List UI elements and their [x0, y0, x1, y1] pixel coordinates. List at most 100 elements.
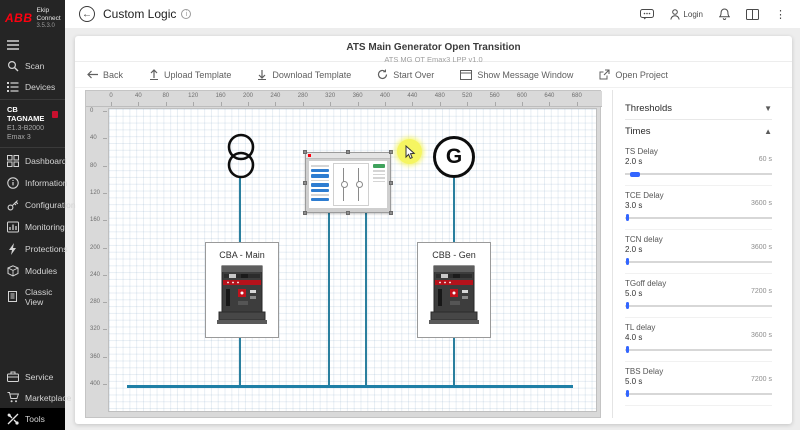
slider-thumb[interactable] — [630, 172, 640, 177]
sidebar-item-dashboard[interactable]: Dashboard — [0, 150, 65, 172]
bell-icon[interactable] — [719, 8, 730, 20]
ruler-tick-label: 200 — [90, 245, 100, 251]
ruler-tick-label: 320 — [325, 93, 335, 99]
slider-track[interactable] — [625, 390, 772, 397]
ruler-tickmark — [103, 111, 107, 112]
bottom-bus-line[interactable] — [127, 385, 573, 388]
connected-device-info[interactable]: CB TAGNAME E1.3-B2000 Emax 3 — [0, 99, 65, 148]
slider-thumb[interactable] — [626, 346, 629, 353]
restart-icon — [377, 69, 388, 80]
transformer-symbol[interactable] — [222, 133, 260, 181]
slider-tl-delay: TL delay 4.0 s 3600 s — [625, 318, 772, 362]
mouse-cursor — [405, 145, 416, 160]
slider-track[interactable] — [625, 346, 772, 353]
sidebar-item-marketplace[interactable]: Marketplace — [0, 387, 65, 408]
sidebar-item-monitoring[interactable]: Monitoring — [0, 216, 65, 238]
slider-ts-delay: TS Delay 2.0 s 60 s — [625, 142, 772, 186]
selection-handle[interactable] — [303, 150, 307, 154]
ruler-tick-label: 160 — [216, 93, 226, 99]
selection-handle[interactable] — [389, 181, 393, 185]
ruler-tickmark — [103, 275, 107, 276]
logic-diagram-canvas[interactable]: G — [108, 108, 597, 412]
selection-handle[interactable] — [303, 211, 307, 215]
ruler-tickmark — [103, 384, 107, 385]
slider-max: 7200 s — [751, 376, 772, 383]
sidebar-item-scan[interactable]: Scan — [0, 55, 65, 77]
sidebar-item-protections[interactable]: Protections — [0, 238, 65, 260]
embedded-controller-screenshot[interactable] — [305, 152, 391, 213]
selection-handle[interactable] — [303, 181, 307, 185]
ruler-tick-label: 240 — [90, 272, 100, 278]
ruler-tickmark — [385, 102, 386, 106]
breaker-node-cba-main[interactable]: CBA - Main — [205, 242, 279, 338]
slider-thumb[interactable] — [626, 390, 629, 397]
sidebar-item-label: Dashboard — [25, 156, 67, 166]
app-name: Ekip Connect — [37, 7, 61, 23]
selection-handle[interactable] — [346, 211, 350, 215]
chat-icon[interactable] — [640, 9, 654, 20]
login-label: Login — [683, 10, 703, 19]
login-button[interactable]: Login — [670, 9, 703, 20]
open-project-label: Open Project — [615, 70, 668, 80]
ruler-tick-label: 240 — [270, 93, 280, 99]
sidebar-item-label: Scan — [25, 61, 44, 71]
slider-thumb[interactable] — [626, 214, 629, 221]
chevron-down-icon: ▼ — [764, 104, 772, 113]
sidebar-item-information[interactable]: Information — [0, 172, 65, 194]
sidebar-item-configuration[interactable]: Configuration — [0, 194, 65, 216]
sidebar-item-devices[interactable]: Devices — [0, 77, 65, 97]
ruler-tick-label: 160 — [90, 217, 100, 223]
ruler-tickmark — [221, 102, 222, 106]
top-header: ← Custom Logic i Login ⋮ — [65, 0, 800, 28]
ruler-tick-label: 360 — [353, 93, 363, 99]
ruler-tickmark — [111, 102, 112, 106]
generator-symbol[interactable]: G — [433, 136, 475, 178]
breaker-node-cbb-gen[interactable]: CBB - Gen — [417, 242, 491, 338]
slider-label: TS Delay — [625, 147, 772, 156]
sidebar-item-tools[interactable]: Tools — [0, 408, 65, 430]
ruler-tick-label: 80 — [90, 163, 97, 169]
ruler-tick-label: 600 — [517, 93, 527, 99]
ruler-tickmark — [358, 102, 359, 106]
sidebar-item-modules[interactable]: Modules — [0, 260, 65, 282]
show-message-window-button[interactable]: Show Message Window — [460, 70, 573, 80]
times-section-header[interactable]: Times ▲ — [625, 120, 772, 142]
slider-thumb[interactable] — [626, 258, 629, 265]
slider-track[interactable] — [625, 170, 772, 177]
ruler-tick-label: 200 — [243, 93, 253, 99]
slider-track[interactable] — [625, 258, 772, 265]
connection-line-controller-left[interactable] — [328, 209, 330, 386]
slider-track[interactable] — [625, 302, 772, 309]
project-title: ATS Main Generator Open Transition — [75, 42, 792, 53]
selection-handle[interactable] — [346, 150, 350, 154]
back-button[interactable]: Back — [87, 70, 123, 80]
slider-track[interactable] — [625, 214, 772, 221]
open-project-button[interactable]: Open Project — [599, 69, 668, 80]
selection-handle[interactable] — [389, 150, 393, 154]
project-header: ATS Main Generator Open Transition ATS M… — [75, 36, 792, 62]
download-label: Download Template — [272, 70, 351, 80]
page-info-icon[interactable]: i — [181, 9, 191, 19]
reader-panel-icon[interactable] — [746, 9, 759, 20]
selection-handle[interactable] — [389, 211, 393, 215]
slider-label: TGoff delay — [625, 279, 772, 288]
sidebar-item-classic-view[interactable]: Classic View — [0, 282, 65, 312]
kebab-menu-icon[interactable]: ⋮ — [775, 8, 786, 21]
ruler-tickmark — [103, 248, 107, 249]
sidebar-item-service[interactable]: Service — [0, 366, 65, 387]
connection-line-controller-right[interactable] — [365, 209, 367, 386]
menu-toggle[interactable] — [0, 35, 65, 55]
upload-template-button[interactable]: Upload Template — [149, 69, 231, 80]
devices-list-icon — [7, 82, 19, 92]
breaker-label: CBB - Gen — [418, 250, 490, 260]
scan-icon — [7, 60, 19, 72]
start-over-button[interactable]: Start Over — [377, 69, 434, 80]
mini-diagram — [333, 163, 369, 206]
ruler-tickmark — [103, 220, 107, 221]
download-template-button[interactable]: Download Template — [257, 69, 351, 80]
back-circle-button[interactable]: ← — [79, 6, 95, 22]
sidebar-item-label: Protections — [25, 244, 68, 254]
thresholds-section-header[interactable]: Thresholds ▼ — [625, 98, 772, 120]
slider-thumb[interactable] — [626, 302, 629, 309]
ekip-connect-app: ABB Ekip Connect 3.5.3.0 Scan Devices CB… — [0, 0, 800, 430]
